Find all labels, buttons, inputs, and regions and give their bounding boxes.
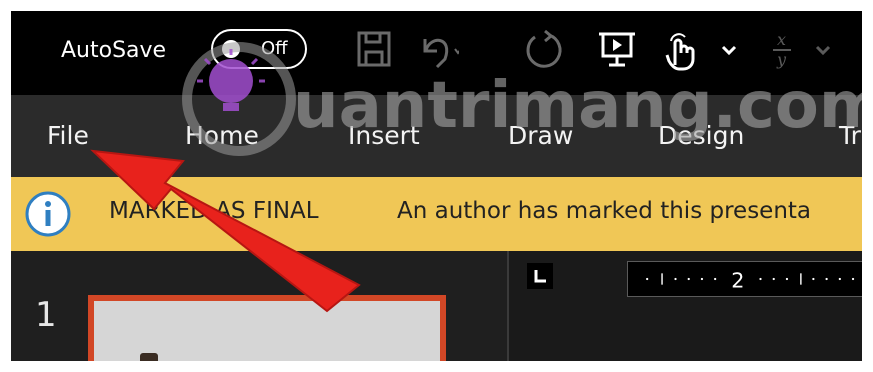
autosave-toggle-knob xyxy=(222,40,240,58)
tab-file[interactable]: File xyxy=(47,121,89,150)
equation-icon[interactable]: xy xyxy=(763,25,803,75)
tab-transitions[interactable]: Tra xyxy=(839,121,862,150)
powerpoint-window: AutoSave Off xy File Home Insert Draw De… xyxy=(11,11,862,361)
tab-draw[interactable]: Draw xyxy=(508,121,573,150)
svg-text:x: x xyxy=(777,30,786,49)
slide-thumbnail-image xyxy=(140,353,158,361)
tab-insert[interactable]: Insert xyxy=(348,121,420,150)
touch-mode-icon[interactable] xyxy=(659,25,703,75)
undo-icon[interactable] xyxy=(415,25,459,75)
save-icon[interactable] xyxy=(353,25,397,75)
slide-thumbnails-pane: 1 xyxy=(11,251,507,361)
tab-stop-selector-icon[interactable] xyxy=(527,263,553,289)
autosave-label: AutoSave xyxy=(61,38,167,63)
autosave-toggle[interactable]: Off xyxy=(211,29,307,69)
redo-icon[interactable] xyxy=(521,25,565,75)
message-bar-text: An author has marked this presenta xyxy=(397,198,812,224)
message-bar-title: MARKED AS FINAL xyxy=(109,198,319,224)
slide-thumbnail[interactable] xyxy=(88,295,446,361)
slide-editor-pane: 2 xyxy=(509,251,862,361)
present-icon[interactable] xyxy=(595,25,639,75)
quick-access-toolbar: AutoSave Off xy xyxy=(11,11,862,95)
svg-text:y: y xyxy=(776,50,787,69)
tab-home[interactable]: Home xyxy=(185,121,259,150)
marked-as-final-message-bar: MARKED AS FINAL An author has marked thi… xyxy=(11,177,862,251)
info-icon xyxy=(25,191,71,237)
horizontal-ruler[interactable]: 2 xyxy=(627,261,862,297)
slide-number: 1 xyxy=(35,295,57,335)
tab-design[interactable]: Design xyxy=(658,121,744,150)
autosave-state: Off xyxy=(261,38,288,59)
equation-chevron-icon[interactable] xyxy=(811,25,835,75)
ruler-label: 2 xyxy=(731,269,744,293)
customize-chevron-icon[interactable] xyxy=(717,25,741,75)
ribbon-tab-bar: File Home Insert Draw Design Tra xyxy=(11,95,862,177)
